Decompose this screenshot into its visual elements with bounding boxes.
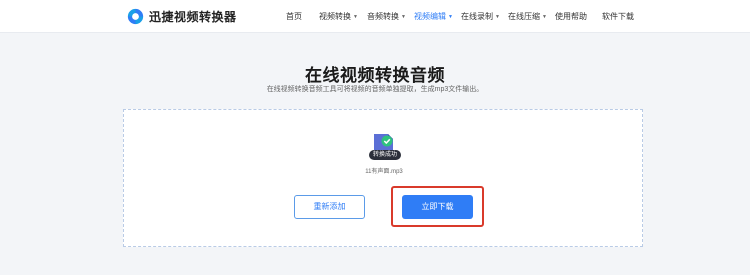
caret-down-icon: ▼ <box>495 14 500 20</box>
caret-down-icon: ▼ <box>542 14 547 20</box>
nav-item-online-record[interactable]: 在线录制 ▼ <box>461 11 500 22</box>
nav-item-help[interactable]: 使用帮助 <box>555 11 587 22</box>
top-navigation-bar: 迅捷视频转换器 首页 视频转换 ▼ 音频转换 ▼ 视频编辑 ▼ 在线录制 ▼ 在线压缩 ▼… <box>0 0 750 33</box>
download-now-button[interactable]: 立即下载 <box>402 195 473 219</box>
conversion-status-badge: 转换成功 <box>369 150 402 160</box>
upload-area <box>123 109 643 247</box>
nav-item-label: 音频转换 <box>367 12 399 21</box>
caret-down-icon: ▼ <box>448 14 453 20</box>
nav-item-label: 使用帮助 <box>555 12 587 21</box>
nav-item-label: 在线压缩 <box>508 12 540 21</box>
re-add-button[interactable]: 重新添加 <box>294 195 365 219</box>
nav-item-label: 软件下载 <box>602 12 634 21</box>
swirl-logo-icon <box>127 8 144 24</box>
brand-name: 迅捷视频转换器 <box>149 9 237 24</box>
file-name: 11有声面.mp3 <box>365 169 403 175</box>
nav-item-audio-convert[interactable]: 音频转换 ▼ <box>367 11 406 22</box>
nav-item-video-convert[interactable]: 视频转换 ▼ <box>319 11 358 22</box>
page-subtitle: 在线视频转换音频工具可将视频的音频单独提取，生成mp3文件输出。 <box>266 86 484 93</box>
nav-item-label: 在线录制 <box>461 12 493 21</box>
nav-item-online-compress[interactable]: 在线压缩 ▼ <box>508 11 547 22</box>
caret-down-icon: ▼ <box>353 14 358 20</box>
nav-item-label: 首页 <box>286 12 302 21</box>
caret-down-icon: ▼ <box>401 14 406 20</box>
page-title: 在线视频转换音频 <box>305 66 445 85</box>
nav-item-video-edit[interactable]: 视频编辑 ▼ <box>414 11 453 22</box>
brand-logo[interactable]: 迅捷视频转换器 <box>127 7 237 25</box>
nav-item-label: 视频编辑 <box>414 12 446 21</box>
nav-item-software-download[interactable]: 软件下载 <box>602 11 634 22</box>
nav-item-home[interactable]: 首页 <box>286 11 302 22</box>
nav-item-label: 视频转换 <box>319 12 351 21</box>
